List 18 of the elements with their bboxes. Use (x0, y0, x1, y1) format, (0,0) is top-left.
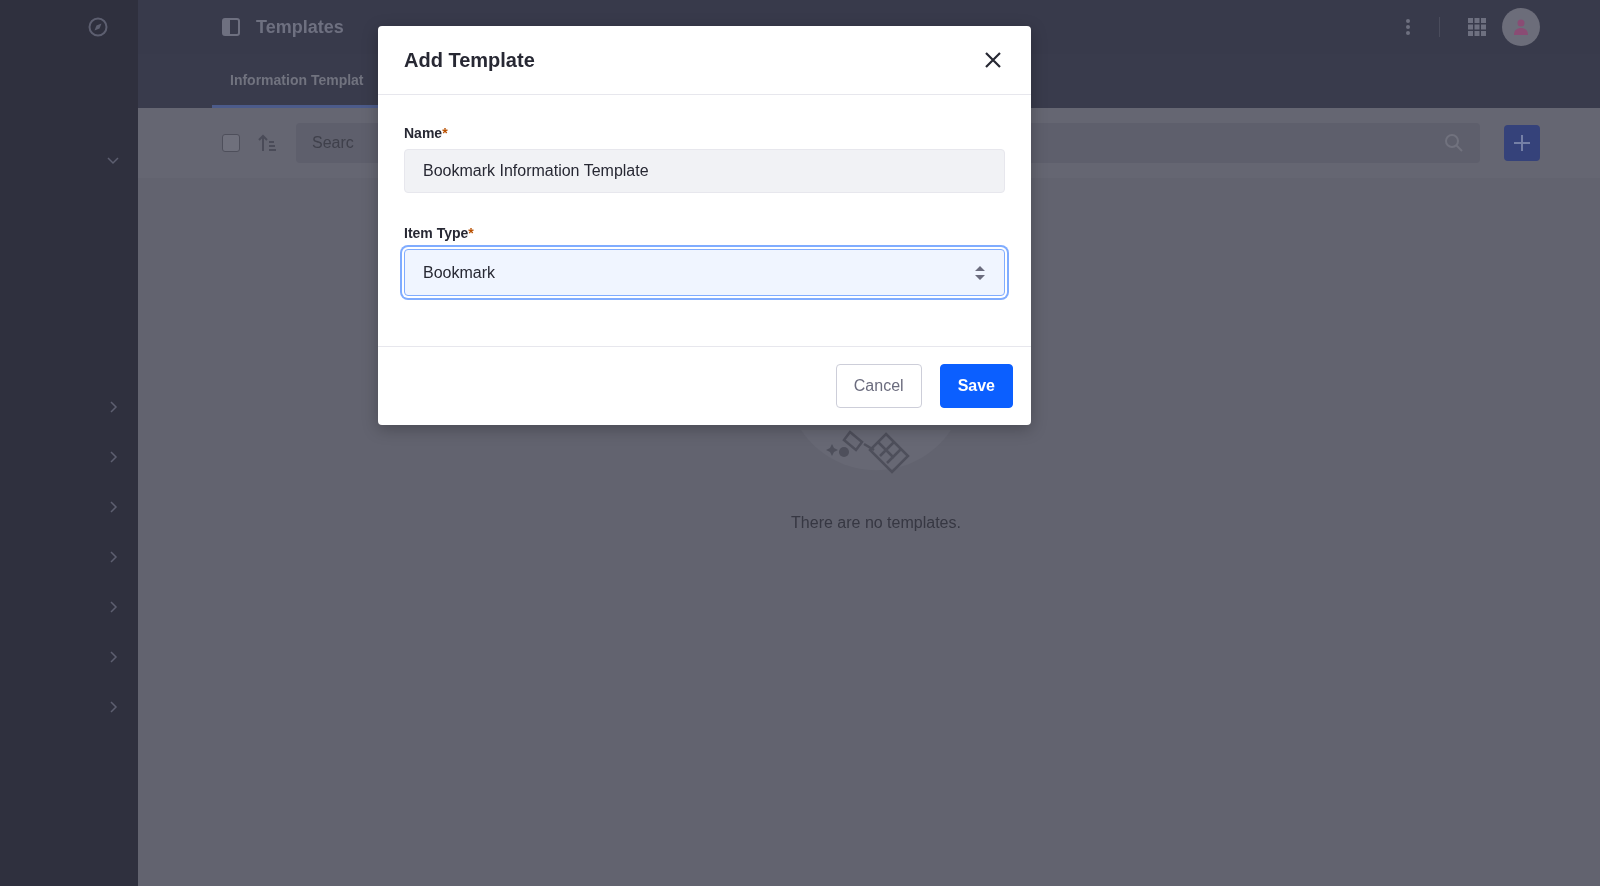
more-options-icon[interactable] (1405, 18, 1411, 36)
name-input[interactable]: Bookmark Information Template (404, 149, 1005, 193)
select-all-checkbox[interactable] (222, 134, 240, 152)
compass-icon[interactable] (88, 17, 108, 37)
apps-grid-icon[interactable] (1468, 18, 1486, 36)
field-label: Item Type* (404, 225, 475, 241)
sort-icon[interactable] (258, 133, 278, 153)
close-icon (985, 52, 1001, 68)
field-label: Name* (404, 125, 449, 141)
save-button[interactable]: Save (939, 364, 1013, 408)
add-button[interactable] (1504, 125, 1540, 161)
dialog-title: Add Template (404, 48, 535, 72)
plus-icon (1513, 134, 1531, 152)
cancel-button[interactable]: Cancel (835, 364, 922, 408)
user-avatar[interactable] (1502, 8, 1540, 46)
user-icon (1512, 18, 1530, 36)
sidebar-panel-icon[interactable] (222, 18, 240, 36)
sort-arrows-icon (974, 264, 986, 281)
